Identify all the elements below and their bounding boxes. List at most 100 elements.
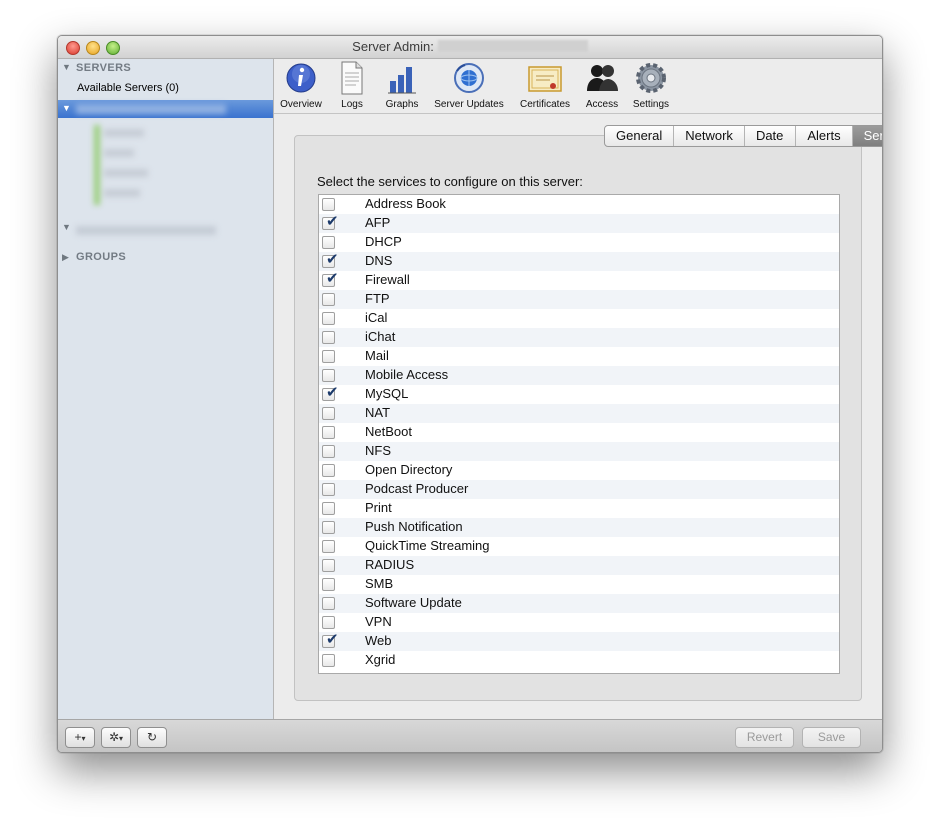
service-name: Software Update [365, 595, 462, 610]
access-toolbar-button[interactable]: Access [580, 61, 624, 110]
window-title: Server Admin: [58, 39, 882, 54]
service-name: NetBoot [365, 424, 412, 439]
tab-alerts[interactable]: Alerts [796, 126, 853, 146]
service-checkbox[interactable] [322, 616, 335, 629]
logs-toolbar-button[interactable]: Logs [330, 61, 374, 110]
disclosure-triangle-open-icon[interactable]: ▼ [62, 222, 71, 232]
service-row[interactable]: ✔ Firewall [319, 271, 839, 290]
service-checkbox[interactable]: ✔ [322, 252, 339, 268]
disclosure-triangle-open-icon[interactable]: ▼ [62, 62, 71, 72]
service-name: Open Directory [365, 462, 453, 477]
settings-toolbar-button[interactable]: Settings [628, 61, 674, 110]
service-row[interactable]: NetBoot [319, 423, 839, 442]
service-row[interactable]: Xgrid [319, 651, 839, 670]
redacted-server-name [437, 40, 588, 52]
service-checkbox[interactable] [322, 407, 335, 420]
service-checkbox[interactable] [322, 654, 335, 667]
service-row[interactable]: Software Update [319, 594, 839, 613]
service-checkbox[interactable] [322, 445, 335, 458]
service-checkbox[interactable] [322, 312, 335, 325]
service-checkbox[interactable] [322, 483, 335, 496]
service-row[interactable]: Push Notification [319, 518, 839, 537]
disclosure-triangle-closed-icon[interactable]: ▶ [62, 252, 69, 263]
service-checkbox[interactable]: ✔ [322, 271, 339, 287]
title-bar[interactable]: Server Admin: [58, 36, 882, 59]
service-row[interactable]: RADIUS [319, 556, 839, 575]
checkmark-icon: ✔ [326, 251, 339, 268]
service-row[interactable]: DHCP [319, 233, 839, 252]
servers-header: SERVERS [76, 62, 132, 74]
service-checkbox[interactable] [322, 559, 335, 572]
service-name: Mobile Access [365, 367, 449, 382]
service-row[interactable]: NFS [319, 442, 839, 461]
disclosure-triangle-open-icon[interactable]: ▼ [62, 103, 71, 113]
service-checkbox[interactable]: ✔ [322, 385, 339, 401]
server-admin-window: Server Admin: ▼ SERVERS Available Server… [57, 35, 883, 753]
service-checkbox[interactable] [322, 293, 335, 306]
service-name: iCal [365, 310, 388, 325]
service-checkbox[interactable] [322, 331, 335, 344]
toolbar-label: Server Updates [434, 99, 504, 110]
service-row[interactable]: FTP [319, 290, 839, 309]
service-checkbox[interactable] [322, 578, 335, 591]
service-row[interactable]: Print [319, 499, 839, 518]
service-row[interactable]: iCal [319, 309, 839, 328]
service-row[interactable]: ✔ AFP [319, 214, 839, 233]
service-checkbox[interactable] [322, 236, 335, 249]
service-name: Print [365, 500, 392, 515]
service-row[interactable]: Open Directory [319, 461, 839, 480]
services-prompt: Select the services to configure on this… [317, 174, 583, 189]
service-name: Mail [365, 348, 389, 363]
overview-toolbar-button[interactable]: Overview [277, 61, 325, 110]
service-checkbox[interactable] [322, 597, 335, 610]
action-button[interactable]: ✲▾ [101, 727, 131, 748]
tab-network[interactable]: Network [674, 126, 745, 146]
service-checkbox[interactable]: ✔ [322, 214, 339, 230]
service-row[interactable]: Address Book [319, 195, 839, 214]
save-button[interactable]: Save [802, 727, 861, 748]
add-button[interactable]: +▾ [65, 727, 95, 748]
service-row[interactable]: SMB [319, 575, 839, 594]
service-row[interactable]: ✔ DNS [319, 252, 839, 271]
service-checkbox[interactable] [322, 350, 335, 363]
tab-date-time[interactable]: Date & Time [745, 126, 797, 146]
refresh-button[interactable]: ↻ [137, 727, 167, 748]
service-name: SMB [365, 576, 394, 591]
service-name: Xgrid [365, 652, 396, 667]
service-checkbox[interactable] [322, 198, 335, 211]
selected-server-row[interactable]: ▼ [58, 100, 273, 118]
info-icon [283, 61, 319, 95]
service-name: Address Book [365, 196, 446, 211]
service-row[interactable]: VPN [319, 613, 839, 632]
tab-general[interactable]: General [605, 126, 675, 146]
service-checkbox[interactable]: ✔ [322, 632, 339, 648]
service-checkbox[interactable] [322, 464, 335, 477]
tab-services[interactable]: Services [852, 126, 882, 146]
certificates-toolbar-button[interactable]: Certificates [514, 61, 576, 110]
users-icon [584, 61, 620, 95]
sidebar: ▼ SERVERS Available Servers (0) ▼ ▼ ▶ GR… [58, 59, 274, 719]
service-checkbox[interactable] [322, 426, 335, 439]
service-checkbox[interactable] [322, 540, 335, 553]
service-row[interactable]: iChat [319, 328, 839, 347]
service-name: Push Notification [365, 519, 463, 534]
globe-update-icon [451, 61, 487, 95]
service-row[interactable]: Mobile Access [319, 366, 839, 385]
server-updates-toolbar-button[interactable]: Server Updates [432, 61, 506, 110]
revert-button[interactable]: Revert [735, 727, 794, 748]
service-name: DHCP [365, 234, 402, 249]
service-row[interactable]: ✔ MySQL [319, 385, 839, 404]
service-row[interactable]: QuickTime Streaming [319, 537, 839, 556]
window-title-text: Server Admin: [352, 39, 434, 54]
service-row[interactable]: Podcast Producer [319, 480, 839, 499]
service-row[interactable]: NAT [319, 404, 839, 423]
service-name: RADIUS [365, 557, 415, 572]
service-row[interactable]: Mail [319, 347, 839, 366]
graphs-toolbar-button[interactable]: Graphs [378, 61, 426, 110]
available-servers-item[interactable]: Available Servers (0) [77, 82, 179, 94]
service-checkbox[interactable] [322, 369, 335, 382]
service-checkbox[interactable] [322, 521, 335, 534]
service-row[interactable]: ✔ Web [319, 632, 839, 651]
service-checkbox[interactable] [322, 502, 335, 515]
service-name: NAT [365, 405, 391, 420]
